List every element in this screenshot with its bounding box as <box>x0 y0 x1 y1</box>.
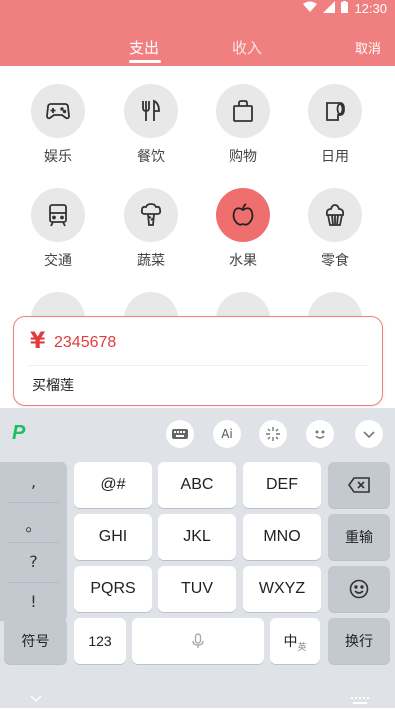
category-label: 购物 <box>229 149 257 165</box>
cancel-button[interactable]: 取消 <box>355 38 381 57</box>
category-label: 水果 <box>229 253 257 269</box>
tab-expense[interactable]: 支出 <box>129 37 159 58</box>
key-symbols-at[interactable]: @# <box>74 462 152 508</box>
microphone-icon <box>192 633 204 648</box>
ime-logo-icon[interactable]: P <box>12 422 36 446</box>
divider <box>28 365 368 366</box>
keyboard-switch-icon[interactable] <box>351 690 369 709</box>
category-label: 日用 <box>321 149 349 165</box>
category-vegetables[interactable]: 蔬菜 <box>111 188 191 270</box>
category-fruit[interactable]: 水果 <box>203 188 283 270</box>
tab-active-indicator <box>129 60 161 63</box>
shopping-bag-icon <box>216 84 270 138</box>
tissue-roll-icon <box>308 84 362 138</box>
symbols-key[interactable]: 符号 <box>4 618 67 664</box>
category-daily[interactable]: 日用 <box>295 84 375 166</box>
chevron-down-icon[interactable] <box>30 688 42 707</box>
category-shopping[interactable]: 购物 <box>203 84 283 166</box>
note-input[interactable]: 买榴莲 <box>32 375 74 395</box>
key-wxyz[interactable]: WXYZ <box>243 566 321 612</box>
emoji-key[interactable] <box>328 566 390 612</box>
punctuation-column: , 。 ? ! <box>0 462 67 621</box>
key-def[interactable]: DEF <box>243 462 321 508</box>
currency-symbol: ¥ <box>30 329 46 354</box>
backspace-key[interactable] <box>328 462 390 508</box>
ai-icon[interactable]: Ai <box>213 420 241 448</box>
category-label: 娱乐 <box>44 149 72 165</box>
category-label: 蔬菜 <box>137 253 165 269</box>
status-bar: 12:30 <box>303 0 387 16</box>
sparkle-icon[interactable] <box>259 420 287 448</box>
tab-income[interactable]: 收入 <box>232 37 262 58</box>
key-mno[interactable]: MNO <box>243 514 321 560</box>
category-transport[interactable]: 交通 <box>18 188 98 270</box>
navigation-bar <box>0 686 395 708</box>
gamepad-icon <box>31 84 85 138</box>
category-label: 餐饮 <box>137 149 165 165</box>
emoji-face-icon[interactable] <box>306 420 334 448</box>
key-pqrs[interactable]: PQRS <box>74 566 152 612</box>
amount-entry-card: ¥ 2345678 买榴莲 <box>13 316 383 406</box>
train-icon <box>31 188 85 242</box>
category-snacks[interactable]: 零食 <box>295 188 375 270</box>
amount-input[interactable]: 2345678 <box>54 334 116 352</box>
collapse-icon[interactable] <box>355 420 383 448</box>
divider <box>8 582 59 583</box>
category-label: 交通 <box>44 253 72 269</box>
category-dining[interactable]: 餐饮 <box>111 84 191 166</box>
category-label: 零食 <box>321 253 349 269</box>
language-switch-key[interactable]: 中英 <box>270 618 320 664</box>
divider <box>8 502 59 503</box>
category-entertainment[interactable]: 娱乐 <box>18 84 98 166</box>
signal-icon <box>323 0 336 16</box>
punct-key[interactable]: ? <box>0 552 67 571</box>
space-key[interactable] <box>132 618 264 664</box>
key-abc[interactable]: ABC <box>158 462 236 508</box>
divider <box>8 542 59 543</box>
numbers-key[interactable]: 123 <box>74 618 126 664</box>
punct-key[interactable]: , <box>0 472 67 491</box>
apple-icon <box>216 188 270 242</box>
newline-key[interactable]: 换行 <box>328 618 390 664</box>
app-header: 12:30 支出 收入 取消 <box>0 0 395 66</box>
lang-primary: 中 <box>283 633 298 649</box>
key-jkl[interactable]: JKL <box>158 514 236 560</box>
lang-secondary: 英 <box>297 641 307 652</box>
smiley-icon <box>349 579 369 599</box>
keyboard: P Ai , 。 ? ! @# ABC DEF GHI JKL MNO 重输 P… <box>0 408 395 708</box>
cupcake-icon <box>308 188 362 242</box>
punct-key[interactable]: 。 <box>0 512 67 536</box>
broccoli-icon <box>124 188 178 242</box>
backspace-icon <box>348 477 370 493</box>
keyboard-toolbar: P Ai <box>0 408 395 458</box>
keyboard-icon[interactable] <box>166 420 194 448</box>
key-tuv[interactable]: TUV <box>158 566 236 612</box>
fork-knife-icon <box>124 84 178 138</box>
status-time: 12:30 <box>354 0 387 16</box>
key-ghi[interactable]: GHI <box>74 514 152 560</box>
punct-key[interactable]: ! <box>0 592 67 611</box>
battery-icon <box>341 0 349 16</box>
reenter-key[interactable]: 重输 <box>328 514 390 560</box>
wifi-icon <box>303 1 318 16</box>
